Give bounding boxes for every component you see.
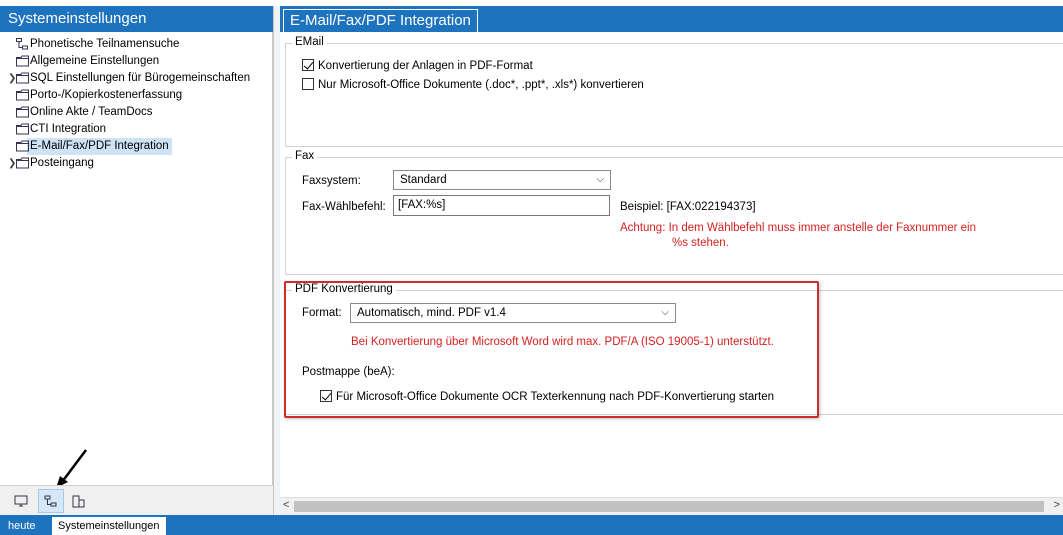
scroll-right-icon[interactable]: > [1054,499,1060,511]
tree-item-label: Allgemeine Einstellungen [30,55,160,67]
fax-warning-line2: %s stehen. [672,237,729,249]
fax-group-title: Fax [292,150,318,162]
folder-icon [16,123,29,135]
scroll-left-icon[interactable]: < [283,499,289,511]
tree-item-posteingang[interactable]: ❯ Posteingang [6,155,270,172]
tree-item-email-fax-pdf[interactable]: E-Mail/Fax/PDF Integration [6,138,270,155]
tab-email-fax-pdf[interactable]: E-Mail/Fax/PDF Integration [283,9,478,32]
left-panel-title: Systemeinstellungen [0,6,273,32]
folder-icon [16,140,29,152]
fax-example-text: Beispiel: [FAX:022194373] [620,201,756,213]
tree-item-label: Phonetische Teilnamensuche [30,38,180,50]
email-group-title: EMail [292,36,327,48]
tab-monitor[interactable] [8,489,34,513]
convert-attachments-checkbox[interactable]: Konvertierung der Anlagen in PDF-Format [302,59,533,72]
tree-item-label: CTI Integration [30,123,107,135]
folder-icon [16,106,29,118]
faxsystem-select[interactable]: Standard ⌵ [393,170,611,190]
scrollbar-thumb[interactable] [294,501,1044,512]
convert-attachments-label: Konvertierung der Anlagen in PDF-Format [318,60,533,72]
folder-icon [16,157,29,169]
document-tree-icon [72,495,85,507]
folder-icon [16,55,29,67]
panel-splitter[interactable] [273,6,280,515]
office-only-checkbox[interactable]: Nur Microsoft-Office Dokumente (.doc*, .… [302,78,644,91]
checkbox-unchecked-icon[interactable] [302,78,314,90]
settings-tree-panel: Phonetische Teilnamensuche Allgemeine Ei… [0,32,273,515]
tree-item-label: Online Akte / TeamDocs [30,106,153,118]
tree-item-cti[interactable]: CTI Integration [6,121,270,138]
tree-icon [44,495,57,506]
fax-warning-line1: Achtung: In dem Wählbefehl muss immer an… [620,222,977,234]
tree-item-general[interactable]: Allgemeine Einstellungen [6,53,270,70]
statusbar-item-systemeinstellungen[interactable]: Systemeinstellungen [52,517,166,535]
left-panel-tabs [0,485,273,515]
tree-item-label: E-Mail/Fax/PDF Integration [27,138,172,155]
settings-tree: Phonetische Teilnamensuche Allgemeine Ei… [6,36,270,172]
chevron-down-icon: ⌵ [596,174,604,185]
tree-icon [16,38,28,50]
tab-document-tree[interactable] [66,489,92,513]
fax-dial-input[interactable]: [FAX:%s] [393,195,610,216]
horizontal-scrollbar[interactable]: < > [280,497,1063,515]
right-panel-header: E-Mail/Fax/PDF Integration [280,6,1063,32]
settings-content: EMail Konvertierung der Anlagen in PDF-F… [280,32,1063,497]
tree-item-online-akte[interactable]: Online Akte / TeamDocs [6,104,270,121]
faxsystem-value: Standard [400,174,447,186]
annotation-highlight-box [284,281,819,418]
annotation-arrow-icon [56,449,87,488]
tree-item-label: SQL Einstellungen für Bürogemeinschaften [30,72,251,84]
tree-item-porto[interactable]: Porto-/Kopierkostenerfassung [6,87,270,104]
office-only-label: Nur Microsoft-Office Dokumente (.doc*, .… [318,79,644,91]
folder-icon [16,89,29,101]
monitor-icon [14,495,28,506]
tree-item-sql[interactable]: ❯ SQL Einstellungen für Bürogemeinschaft… [6,70,270,87]
tab-tree[interactable] [38,489,64,513]
faxsystem-label: Faxsystem: [302,175,361,187]
tree-item-label: Posteingang [30,157,94,169]
status-bar: heute Systemeinstellungen [0,515,1063,535]
tree-item-phonetic[interactable]: Phonetische Teilnamensuche [6,36,270,53]
tree-item-label: Porto-/Kopierkostenerfassung [30,89,183,101]
folder-icon [16,72,29,84]
checkbox-checked-icon[interactable] [302,59,314,71]
statusbar-item-heute[interactable]: heute [2,517,42,535]
fax-dial-label: Fax-Wählbefehl: [302,201,386,213]
